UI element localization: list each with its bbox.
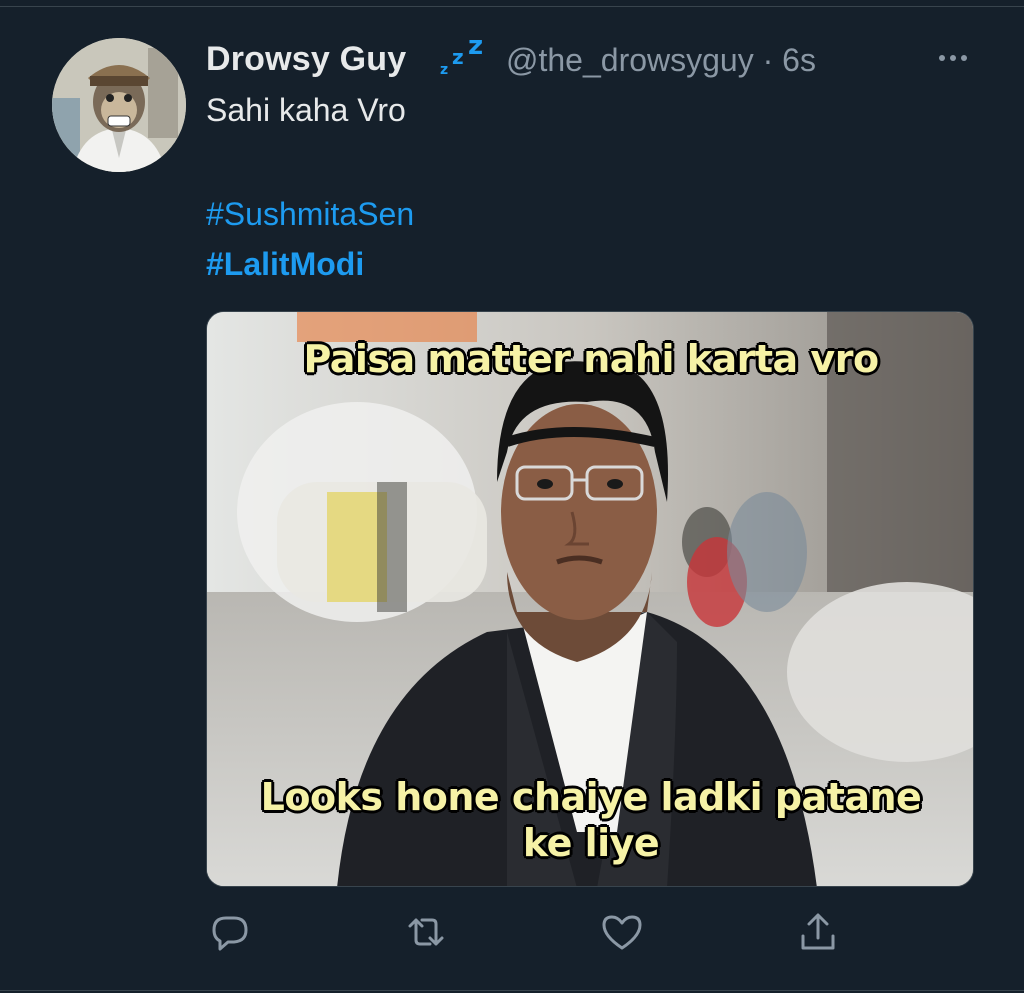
svg-text:z: z (440, 62, 448, 78)
avatar-image (52, 38, 186, 172)
timestamp[interactable]: 6s (782, 42, 816, 78)
display-name[interactable]: Drowsy Guy (206, 40, 406, 79)
top-divider (0, 6, 1024, 7)
meme-caption-bottom: Looks hone chaiye ladki patane ke liye (260, 775, 922, 865)
reply-icon (212, 916, 248, 951)
separator: · (753, 42, 783, 78)
more-horizontal-icon[interactable] (933, 40, 973, 76)
share-button[interactable] (794, 908, 842, 956)
retweet-icon (408, 918, 444, 946)
like-button[interactable] (598, 908, 646, 956)
hashtag-link[interactable]: #LalitModi (206, 246, 364, 283)
retweet-button[interactable] (402, 908, 450, 956)
hashtag-link[interactable]: #SushmitaSen (206, 196, 414, 233)
handle-and-time: @the_drowsyguy · 6s (506, 42, 816, 79)
tweet-actions (206, 908, 974, 958)
svg-text:z: z (452, 45, 464, 69)
heart-icon (602, 915, 642, 950)
tweet-text: Sahi kaha Vro (206, 92, 406, 128)
zzz-icon: z z z (440, 34, 483, 78)
tweet-header: Drowsy Guy z z z @the_drowsyguy · 6s (206, 34, 976, 80)
share-icon (801, 913, 835, 950)
bottom-divider (0, 990, 1024, 991)
meme-caption-top: Paisa matter nahi karta vro (303, 337, 879, 381)
tweet-media[interactable]: Paisa matter nahi karta vro Looks hone c… (206, 311, 974, 887)
avatar[interactable] (52, 38, 186, 172)
reply-button[interactable] (206, 908, 254, 956)
svg-text:z: z (468, 34, 483, 61)
user-handle[interactable]: @the_drowsyguy (506, 42, 754, 78)
